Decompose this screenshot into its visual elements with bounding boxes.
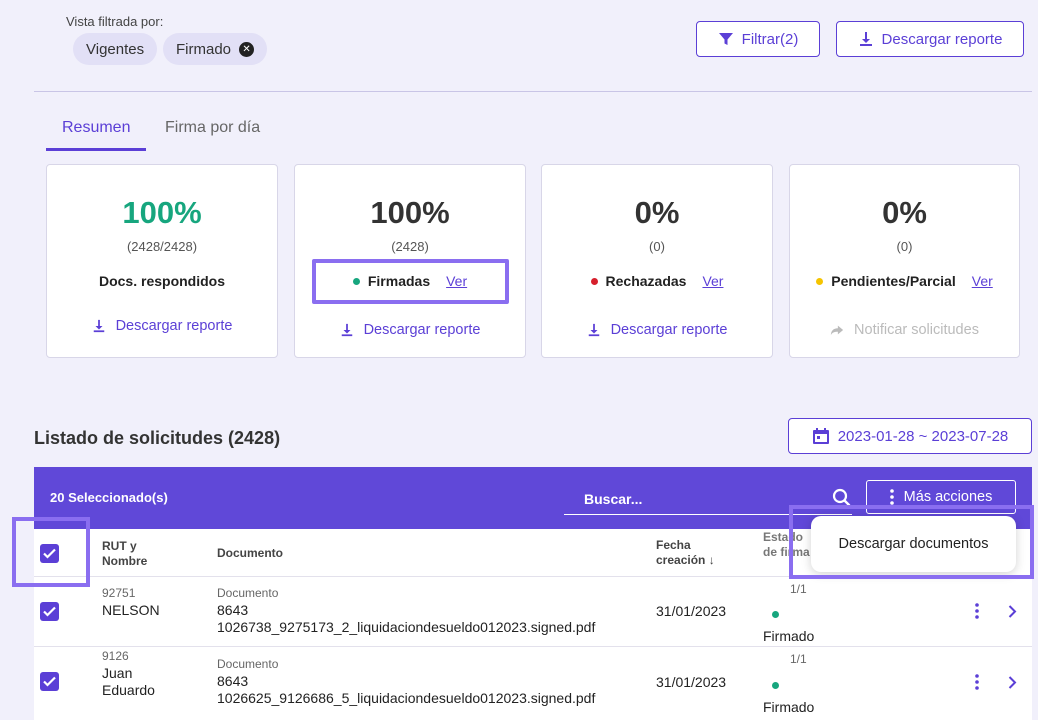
- row-doc-file: 1026625_9126686_5_liquidaciondesueldo012…: [217, 690, 596, 706]
- download-icon: [588, 323, 599, 337]
- download-report-label: Descargar reporte: [881, 30, 1003, 48]
- filter-caption: Vista filtrada por:: [66, 14, 164, 29]
- highlight-box: [312, 259, 509, 304]
- tab-firma-por-dia[interactable]: Firma por día: [149, 116, 276, 151]
- download-icon: [93, 319, 104, 333]
- row-status: Firmado: [763, 699, 815, 715]
- status-dot-red: [590, 277, 598, 285]
- header-date-line1: Fecha: [656, 538, 691, 552]
- check-icon: [43, 676, 56, 687]
- download-report-link[interactable]: Descargar reporte: [47, 318, 277, 334]
- card-label-text: Pendientes/Parcial: [831, 273, 956, 289]
- header-date-line2: creación: [656, 553, 706, 567]
- ver-link[interactable]: Ver: [972, 273, 993, 289]
- header-rut: RUT y Nombre: [102, 539, 147, 569]
- row-date: 31/01/2023: [656, 603, 727, 619]
- row-sign-count: 1/1: [790, 582, 807, 596]
- selected-count: 20 Seleccionado(s): [50, 490, 168, 505]
- chip-label: Vigentes: [86, 40, 145, 58]
- tab-resumen[interactable]: Resumen: [46, 116, 147, 151]
- row-name-2: Eduardo: [102, 682, 155, 698]
- more-actions-label: Más acciones: [903, 489, 993, 505]
- card-label-text: Docs. respondidos: [98, 273, 226, 289]
- row-doc-label: Documento: [217, 657, 279, 671]
- row-name: Juan: [102, 665, 133, 681]
- download-report-label: Descargar reporte: [610, 322, 728, 338]
- kebab-icon[interactable]: [975, 674, 979, 690]
- card-percent: 100%: [122, 195, 202, 230]
- kebab-icon: [889, 489, 894, 505]
- download-report-link[interactable]: Descargar reporte: [542, 322, 772, 338]
- header-rut-line2: Nombre: [102, 554, 148, 568]
- download-report-button[interactable]: Descargar reporte: [836, 21, 1024, 57]
- card-label: Pendientes/Parcial Ver: [790, 273, 1019, 289]
- card-percent: 100%: [370, 195, 450, 230]
- row-checkbox[interactable]: [40, 602, 59, 621]
- card-label: Docs. respondidos: [47, 273, 277, 289]
- download-report-label: Descargar reporte: [363, 322, 481, 338]
- funnel-icon: [718, 33, 733, 45]
- filter-button-label: Filtrar(2): [741, 30, 799, 48]
- card-pendientes: 0% (0) Pendientes/Parcial Ver Notificar …: [789, 164, 1020, 358]
- download-report-link[interactable]: Descargar reporte: [295, 322, 525, 338]
- status-dot-green: [772, 682, 779, 689]
- header-document: Documento: [217, 546, 283, 560]
- status-dot-green: [772, 611, 779, 618]
- chip-label: Firmado: [176, 40, 232, 58]
- kebab-icon[interactable]: [975, 603, 979, 619]
- filter-chip-vigentes[interactable]: Vigentes: [73, 33, 158, 65]
- card-rechazadas: 0% (0) Rechazadas Ver Descargar reporte: [541, 164, 773, 358]
- row-divider: [34, 646, 1032, 647]
- date-range-button[interactable]: 2023-01-28 ~ 2023-07-28: [788, 418, 1032, 454]
- date-range-label: 2023-01-28 ~ 2023-07-28: [837, 427, 1009, 445]
- filter-button[interactable]: Filtrar(2): [696, 21, 820, 57]
- header-date[interactable]: Fecha creación ↓: [656, 538, 715, 568]
- row-rut: 92751: [102, 586, 136, 600]
- card-label-text: Rechazadas: [605, 273, 687, 289]
- notify-requests-link: Notificar solicitudes: [790, 322, 1019, 338]
- row-rut: 9126: [102, 649, 129, 663]
- card-percent: 0%: [882, 195, 927, 230]
- highlight-box-menu: [789, 505, 1034, 579]
- card-count: (0): [649, 239, 665, 254]
- notify-requests-label: Notificar solicitudes: [854, 322, 979, 338]
- close-icon[interactable]: ✕: [239, 41, 255, 57]
- chevron-right-icon[interactable]: [1008, 676, 1017, 689]
- header-rut-line1: RUT y: [102, 539, 137, 553]
- row-sign-count: 1/1: [790, 652, 807, 666]
- status-dot-yellow: [816, 277, 824, 285]
- download-report-label: Descargar reporte: [115, 318, 233, 334]
- download-icon: [341, 323, 352, 337]
- card-count: (0): [896, 239, 913, 254]
- card-docs-respondidos: 100% (2428/2428) Docs. respondidos Desca…: [46, 164, 278, 358]
- row-date: 31/01/2023: [656, 674, 727, 690]
- download-icon: [859, 32, 872, 46]
- card-label: Rechazadas Ver: [542, 273, 772, 289]
- row-doc-file: 1026738_9275173_2_liquidaciondesueldo012…: [217, 619, 596, 635]
- card-count: (2428/2428): [126, 239, 198, 254]
- row-doc-id: 8643: [217, 602, 249, 618]
- divider: [34, 91, 1032, 92]
- list-title: Listado de solicitudes (2428): [34, 428, 281, 448]
- highlight-box-select-all: [12, 517, 90, 587]
- filter-chip-firmado[interactable]: Firmado ✕: [163, 33, 268, 65]
- calendar-icon: [812, 428, 829, 444]
- chevron-right-icon[interactable]: [1008, 605, 1017, 618]
- row-checkbox[interactable]: [40, 672, 59, 691]
- ver-link[interactable]: Ver: [702, 273, 723, 289]
- arrow-down-icon: ↓: [708, 553, 715, 567]
- check-icon: [43, 606, 56, 617]
- row-doc-id: 8643: [217, 673, 249, 689]
- card-count: (2428): [391, 239, 429, 254]
- share-arrow-icon: [830, 325, 844, 336]
- row-status: Firmado: [763, 628, 815, 644]
- search-placeholder: Buscar...: [584, 491, 643, 507]
- row-name: NELSON: [102, 602, 160, 618]
- row-doc-label: Documento: [217, 586, 279, 600]
- card-percent: 0%: [634, 195, 680, 230]
